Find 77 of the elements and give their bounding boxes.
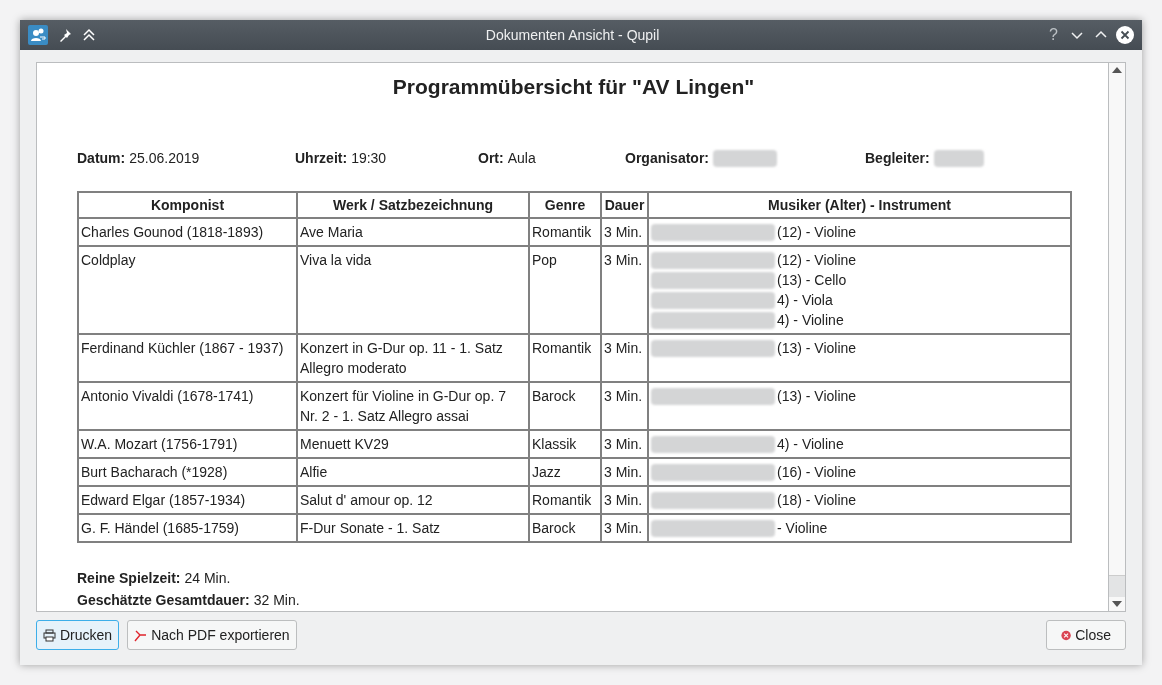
- table-cell: 3 Min.: [601, 334, 648, 382]
- table-cell: Ave Maria: [297, 218, 529, 246]
- table-cell: 3 Min.: [601, 430, 648, 458]
- scrollbar[interactable]: [1108, 63, 1125, 611]
- field-value: 25.06.2019: [129, 148, 200, 168]
- scroll-down-icon[interactable]: [1112, 600, 1122, 608]
- close-button[interactable]: Close: [1046, 620, 1126, 650]
- table-cell: Barock: [529, 382, 601, 430]
- table-cell: Menuett KV29: [297, 430, 529, 458]
- column-header: Dauer: [601, 192, 648, 218]
- musician-entry: (16) - Violine: [777, 463, 857, 482]
- help-button[interactable]: ?: [1049, 23, 1058, 47]
- scroll-thumb[interactable]: [1109, 575, 1125, 597]
- close-circle-icon: [1061, 628, 1072, 642]
- table-cell: 3 Min.: [601, 246, 648, 334]
- musician-entry: 4) - Violine: [777, 435, 844, 454]
- summary-label: Geschätzte Gesamtdauer:: [77, 591, 250, 610]
- table-cell: 3 Min.: [601, 218, 648, 246]
- table-cell: Burt Bacharach (*1928): [78, 458, 297, 486]
- table-cell: Romantik: [529, 486, 601, 514]
- field-label: Uhrzeit:: [295, 148, 348, 168]
- table-cell: Konzert für Violine in G-Dur op. 7 Nr. 2 - 1. Satz Allegro assai: [297, 382, 529, 430]
- table-cell: Antonio Vivaldi (1678-1741): [78, 382, 297, 430]
- musician-entry: 4) - Viola: [777, 291, 833, 310]
- column-header: Genre: [529, 192, 601, 218]
- musician-entry: 4) - Violine: [777, 311, 844, 330]
- table-cell: Coldplay: [78, 246, 297, 334]
- musician-entry: (18) - Violine: [777, 491, 857, 510]
- table-cell: W.A. Mozart (1756-1791): [78, 430, 297, 458]
- table-cell: 3 Min.: [601, 514, 648, 542]
- field-label: Organisator:: [625, 148, 709, 168]
- musician-entry: (12) - Violine: [777, 223, 857, 242]
- table-cell: 3 Min.: [601, 486, 648, 514]
- table-cell: 3 Min.: [601, 382, 648, 430]
- table-cell: Romantik: [529, 334, 601, 382]
- people-icon[interactable]: [28, 25, 48, 45]
- table-cell: Alfie: [297, 458, 529, 486]
- table-cell: Viva la vida: [297, 246, 529, 334]
- table-cell: Charles Gounod (1818-1893): [78, 218, 297, 246]
- table-cell: Ferdinand Küchler (1867 - 1937): [78, 334, 297, 382]
- document-title: Programmübersicht für "AV Lingen": [391, 74, 756, 100]
- table-cell: Konzert in G-Dur op. 11 - 1. Satz Allegro moderato: [297, 334, 529, 382]
- table-cell: Barock: [529, 514, 601, 542]
- summary-value: 24 Min.: [184, 569, 231, 588]
- musician-entry: (13) - Cello: [777, 271, 847, 290]
- table-cell: Pop: [529, 246, 601, 334]
- table-cell: Romantik: [529, 218, 601, 246]
- scroll-up-icon[interactable]: [1112, 66, 1122, 74]
- table-cell: Jazz: [529, 458, 601, 486]
- field-label: Ort:: [478, 148, 504, 168]
- field-label: Begleiter:: [865, 148, 930, 168]
- musician-entry: (13) - Violine: [777, 339, 857, 358]
- summary-value: 32 Min.: [253, 591, 300, 610]
- field-value: Aula: [507, 148, 536, 168]
- table-cell: Edward Elgar (1857-1934): [78, 486, 297, 514]
- printer-icon: [43, 628, 56, 642]
- table-cell: Klassik: [529, 430, 601, 458]
- field-label: Datum:: [77, 148, 126, 168]
- field-value: 19:30: [351, 148, 387, 168]
- musician-entry: - Violine: [777, 519, 828, 538]
- close-icon[interactable]: [1116, 26, 1134, 44]
- chevrons-up-icon[interactable]: [82, 28, 96, 42]
- print-button[interactable]: Drucken: [36, 620, 120, 650]
- table-cell: Salut d' amour op. 12: [297, 486, 529, 514]
- table-cell: G. F. Händel (1685-1759): [78, 514, 297, 542]
- musician-entry: (12) - Violine: [777, 251, 857, 270]
- export-pdf-button[interactable]: Nach PDF exportieren: [127, 620, 297, 650]
- window-title: Dokumenten Ansicht - Qupil: [485, 25, 660, 45]
- column-header: Musiker (Alter) - Instrument: [648, 192, 1071, 218]
- musician-entry: (13) - Violine: [777, 387, 857, 406]
- table-cell: F-Dur Sonate - 1. Satz: [297, 514, 529, 542]
- column-header: Komponist: [78, 192, 297, 218]
- table-cell: 3 Min.: [601, 458, 648, 486]
- column-header: Werk / Satzbezeichnung: [297, 192, 529, 218]
- summary-label: Reine Spielzeit:: [77, 569, 181, 588]
- pdf-icon: [134, 628, 148, 642]
- pin-icon[interactable]: [58, 28, 72, 42]
